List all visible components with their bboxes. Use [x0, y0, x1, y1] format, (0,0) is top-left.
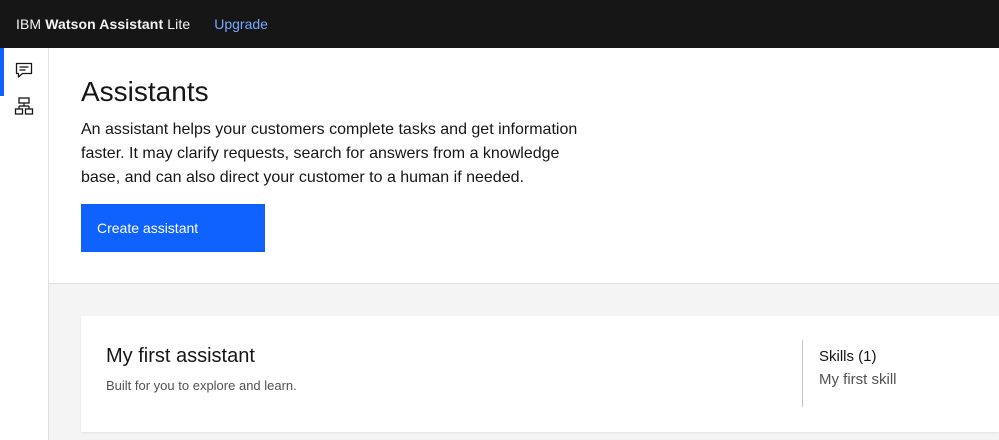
assistant-name[interactable]: My first assistant	[106, 345, 255, 368]
side-rail	[0, 48, 49, 440]
skills-tree-icon	[14, 96, 34, 121]
assistant-card[interactable]: My first assistant Built for you to expl…	[81, 316, 999, 432]
skill-name[interactable]: My first skill	[819, 371, 897, 388]
main-content: Assistants An assistant helps your custo…	[49, 48, 999, 440]
brand-product: Watson Assistant	[45, 16, 164, 32]
brand-prefix: IBM	[16, 16, 42, 32]
brand-plan: Lite	[167, 16, 191, 32]
page-title: Assistants	[81, 76, 209, 107]
rail-item-skills[interactable]	[0, 88, 48, 128]
upgrade-link[interactable]: Upgrade	[214, 16, 268, 32]
top-bar: IBM Watson Assistant Lite Upgrade	[0, 0, 999, 48]
page-description: An assistant helps your customers comple…	[81, 121, 578, 186]
assistants-header: Assistants An assistant helps your custo…	[49, 48, 999, 284]
skills-heading: Skills (1)	[819, 348, 877, 365]
assistant-description: Built for you to explore and learn.	[106, 378, 297, 393]
product-name[interactable]: IBM Watson Assistant Lite	[16, 16, 190, 32]
chat-icon	[14, 60, 34, 85]
create-assistant-button[interactable]: Create assistant	[81, 204, 265, 252]
card-divider	[802, 340, 803, 407]
